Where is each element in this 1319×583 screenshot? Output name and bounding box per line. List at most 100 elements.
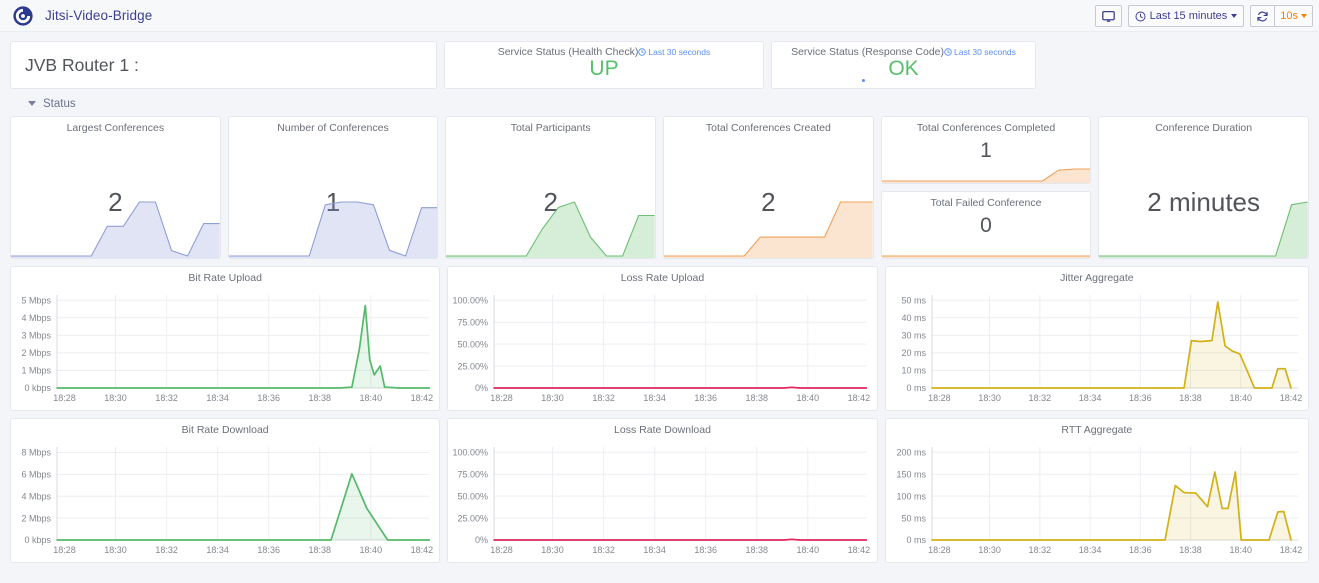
svg-text:18:28: 18:28 [928, 545, 951, 555]
svg-text:0 kbps: 0 kbps [24, 383, 51, 393]
header-row: JVB Router 1 : Service Status (Health Ch… [10, 32, 1309, 89]
panel-title: Jitter Aggregate [1060, 272, 1134, 284]
svg-text:4 Mbps: 4 Mbps [22, 313, 52, 323]
panel-jvb-router[interactable]: JVB Router 1 : [10, 41, 437, 89]
svg-text:18:34: 18:34 [206, 545, 229, 555]
svg-text:20 ms: 20 ms [901, 348, 926, 358]
clock-icon [638, 48, 647, 56]
svg-text:18:42: 18:42 [1279, 545, 1302, 555]
row-header-label: Status [43, 97, 76, 110]
svg-text:18:42: 18:42 [1279, 393, 1302, 403]
svg-text:100.00%: 100.00% [453, 295, 489, 305]
svg-text:18:38: 18:38 [746, 393, 769, 403]
svg-text:18:34: 18:34 [644, 393, 667, 403]
svg-text:18:30: 18:30 [978, 393, 1001, 403]
refresh-interval-label: 10s [1280, 10, 1298, 22]
svg-text:1 Mbps: 1 Mbps [22, 366, 52, 376]
panel-total-participants[interactable]: Total Participants 2 [445, 116, 657, 259]
refresh-button[interactable] [1250, 5, 1276, 27]
panel-loss-rate-download[interactable]: Loss Rate Download 0% 25.00% 50.00% 75.00% 1… [447, 418, 878, 563]
response-code-header: Service Status (Response Code) Last 30 s… [772, 42, 1035, 58]
svg-text:18:32: 18:32 [1028, 393, 1051, 403]
svg-text:25.00%: 25.00% [458, 361, 489, 371]
panel-title: Total Conferences Created [705, 122, 831, 134]
svg-text:18:32: 18:32 [1028, 545, 1051, 555]
svg-text:50.00%: 50.00% [458, 491, 489, 501]
sparkline [664, 200, 873, 258]
tv-mode-button[interactable] [1094, 5, 1122, 27]
svg-text:18:36: 18:36 [695, 393, 718, 403]
panel-title: Loss Rate Download [614, 424, 711, 436]
clock-icon [1135, 10, 1146, 22]
graph-row-1: Bit Rate Upload 0 kbps 1 Mbps 2 Mbps 3 Mbps… [10, 266, 1310, 411]
stats-stack: Total Conferences Completed 1 Total Fail… [880, 116, 1092, 259]
response-code-body: Service Status (Response Code) Last 30 s… [772, 42, 1035, 88]
dashboard-title: Jitsi-Video-Bridge [45, 8, 153, 23]
svg-text:18:28: 18:28 [491, 393, 514, 403]
svg-text:18:36: 18:36 [257, 545, 280, 555]
row-header-status[interactable]: Status [10, 93, 1309, 114]
panel-total-conferences-created[interactable]: Total Conferences Created 2 [663, 116, 874, 259]
panel-service-status-health-check[interactable]: Service Status (Health Check) Last 30 se… [444, 41, 764, 89]
svg-text:18:32: 18:32 [593, 393, 616, 403]
svg-text:18:34: 18:34 [1078, 393, 1101, 403]
refresh-interval-picker[interactable]: 10s [1275, 5, 1313, 27]
panel-bit-rate-upload[interactable]: Bit Rate Upload 0 kbps 1 Mbps 2 Mbps 3 Mbps… [10, 266, 441, 411]
svg-text:18:32: 18:32 [593, 545, 616, 555]
svg-text:0 ms: 0 ms [906, 535, 926, 545]
panel-loss-rate-upload[interactable]: Loss Rate Upload 0% 25.00% 50.00% 75.00% 100… [447, 266, 878, 411]
panel-title: Loss Rate Upload [620, 272, 705, 284]
svg-text:18:38: 18:38 [308, 393, 331, 403]
svg-text:18:40: 18:40 [1229, 545, 1252, 555]
svg-text:18:42: 18:42 [411, 393, 434, 403]
top-navbar: Jitsi-Video-Bridge Last 15 minutes 10s [0, 0, 1319, 32]
panel-title: Total Failed Conference [930, 197, 1042, 209]
panel-title: Total Conferences Completed [916, 122, 1056, 134]
time-range-picker[interactable]: Last 15 minutes [1127, 5, 1245, 27]
panel-total-conferences-completed[interactable]: Total Conferences Completed 1 [880, 116, 1092, 184]
svg-text:18:38: 18:38 [308, 545, 331, 555]
refresh-icon [1256, 10, 1269, 23]
svg-text:75.00%: 75.00% [458, 317, 489, 327]
svg-text:18:38: 18:38 [746, 545, 769, 555]
svg-text:18:30: 18:30 [978, 545, 1001, 555]
svg-text:18:28: 18:28 [491, 545, 514, 555]
stats-row: Largest Conferences 2 Number of Conferen… [10, 116, 1309, 259]
panel-service-status-response-code[interactable]: Service Status (Response Code) Last 30 s… [771, 41, 1036, 89]
panel-rtt-aggregate[interactable]: RTT Aggregate 0 ms 50 ms 100 ms 150 ms 200 m… [884, 418, 1310, 563]
panel-total-failed-conference[interactable]: Total Failed Conference 0 [880, 191, 1092, 259]
sparkline [881, 242, 1091, 258]
chevron-down-icon [1301, 14, 1307, 18]
panel-largest-conferences[interactable]: Largest Conferences 2 [10, 116, 221, 259]
graph-row-2: Bit Rate Download 0 kbps 2 Mbps 4 Mbps 6 Mb… [10, 418, 1310, 563]
panel-bit-rate-download[interactable]: Bit Rate Download 0 kbps 2 Mbps 4 Mbps 6 Mb… [10, 418, 441, 563]
svg-text:100 ms: 100 ms [896, 491, 926, 501]
svg-text:18:42: 18:42 [848, 393, 871, 403]
response-code-annotation[interactable]: Last 30 seconds [944, 47, 1016, 57]
router-title: JVB Router 1 : [25, 54, 139, 75]
health-check-annotation[interactable]: Last 30 seconds [638, 47, 710, 57]
panel-conference-duration[interactable]: Conference Duration 2 minutes [1098, 116, 1309, 259]
response-code-value: OK [888, 57, 919, 80]
svg-text:8 Mbps: 8 Mbps [22, 448, 52, 458]
health-check-header: Service Status (Health Check) Last 30 se… [445, 42, 763, 58]
svg-text:18:38: 18:38 [1179, 545, 1202, 555]
svg-text:3 Mbps: 3 Mbps [22, 331, 52, 341]
panel-title: Conference Duration [1155, 122, 1253, 134]
svg-text:200 ms: 200 ms [896, 447, 926, 457]
brand[interactable]: Jitsi-Video-Bridge [6, 5, 152, 27]
panel-jitter-aggregate[interactable]: Jitter Aggregate 0 ms 10 ms 20 ms 30 ms 40 m… [884, 266, 1310, 411]
time-range-label: Last 15 minutes [1149, 10, 1228, 22]
panel-number-of-conferences[interactable]: Number of Conferences 1 [227, 116, 439, 259]
svg-text:2 Mbps: 2 Mbps [22, 348, 52, 358]
svg-text:18:34: 18:34 [206, 393, 229, 403]
svg-text:18:40: 18:40 [1229, 393, 1252, 403]
chevron-down-icon [1231, 14, 1238, 18]
svg-text:150 ms: 150 ms [896, 469, 926, 479]
sparkline [1099, 200, 1308, 258]
svg-text:18:40: 18:40 [360, 393, 383, 403]
panel-title: RTT Aggregate [1061, 424, 1133, 436]
panel-title: Bit Rate Upload [188, 272, 262, 284]
grafana-logo-icon [12, 5, 34, 27]
svg-text:18:40: 18:40 [797, 545, 820, 555]
